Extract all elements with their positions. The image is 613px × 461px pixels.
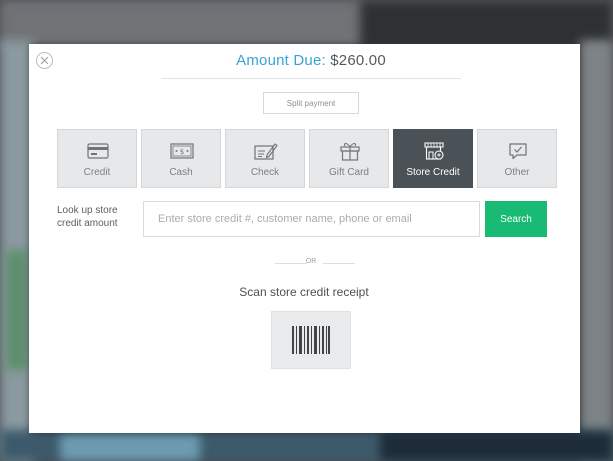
tab-label: Store Credit: [406, 167, 460, 178]
scan-barcode-button[interactable]: [271, 311, 351, 369]
barcode-icon: [292, 326, 330, 354]
lookup-label-line: credit amount: [57, 218, 118, 229]
background-block: [360, 0, 613, 48]
tab-label: Check: [250, 167, 280, 178]
amount-due-label: Amount Due:: [236, 52, 331, 69]
background-block: [580, 40, 613, 461]
tab-label: Gift Card: [328, 167, 369, 178]
background-block: [380, 432, 613, 461]
amount-due-value: $260.00: [330, 52, 386, 69]
or-divider-line: [323, 263, 355, 264]
tab-credit[interactable]: Credit: [57, 129, 137, 188]
search-button[interactable]: Search: [485, 201, 547, 237]
background-block: [60, 434, 200, 461]
or-divider-text: OR: [305, 258, 317, 265]
tab-cash[interactable]: $ Cash: [141, 129, 221, 188]
tender-tabs: Credit $ Cash Check Gift Card Store Cred…: [57, 129, 557, 188]
scan-receipt-label: Scan store credit receipt: [239, 285, 369, 299]
store-credit-icon: [421, 140, 447, 162]
payment-modal: Amount Due: $260.00 Split payment Credit…: [29, 44, 580, 433]
gift-card-icon: [337, 140, 363, 162]
tab-store-credit[interactable]: Store Credit: [393, 129, 473, 188]
svg-text:$: $: [180, 148, 184, 156]
tab-label: Credit: [83, 167, 111, 178]
lookup-label: Look up store credit amount: [57, 204, 139, 236]
credit-card-icon: [85, 140, 111, 162]
title-divider: [161, 78, 461, 79]
store-credit-search-input[interactable]: [143, 201, 480, 237]
cash-icon: $: [169, 140, 195, 162]
lookup-label-line: Look up store: [57, 205, 118, 216]
tab-other[interactable]: Other: [477, 129, 557, 188]
amount-due-title: Amount Due: $260.00: [161, 52, 461, 74]
close-icon: [40, 56, 49, 65]
other-icon: [505, 140, 531, 162]
close-button[interactable]: [36, 52, 53, 69]
tab-check[interactable]: Check: [225, 129, 305, 188]
background-block: [6, 250, 28, 370]
check-icon: [253, 140, 279, 162]
tab-gift-card[interactable]: Gift Card: [309, 129, 389, 188]
tab-label: Cash: [169, 167, 193, 178]
tab-label: Other: [504, 167, 530, 178]
split-payment-button[interactable]: Split payment: [263, 92, 359, 114]
